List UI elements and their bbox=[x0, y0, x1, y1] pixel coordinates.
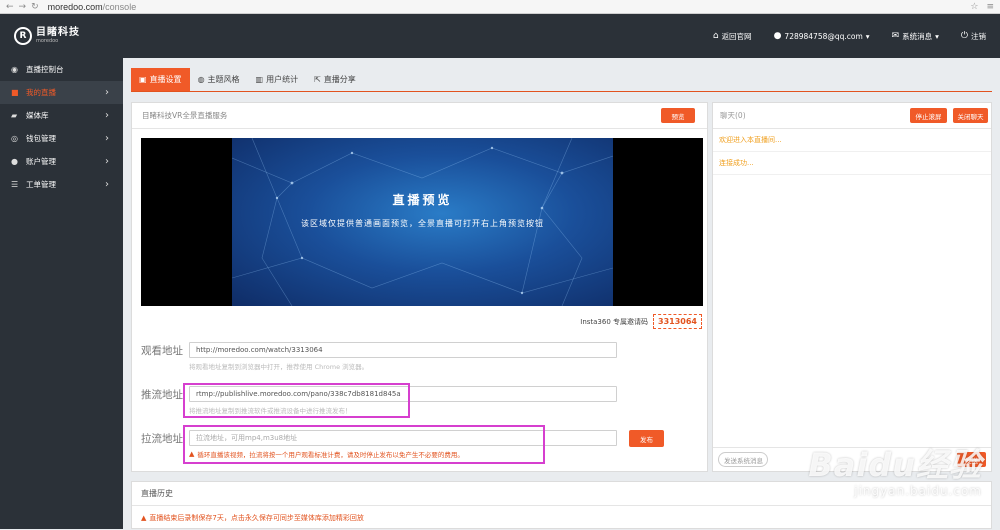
chevron-right-icon: › bbox=[105, 179, 109, 190]
tab-theme[interactable]: ◍ 主题风格 bbox=[190, 68, 248, 91]
back-home-label: 返回官网 bbox=[721, 31, 752, 41]
chat-panel: 聊天(0) 停止滚屏 关闭聊天 欢迎进入本直播间... 连接成功... 发送系统… bbox=[712, 102, 992, 472]
highlight-box-push bbox=[183, 383, 410, 418]
user-icon: ● bbox=[11, 157, 18, 166]
share-icon: ⇱ bbox=[314, 75, 321, 84]
highlight-box-pull bbox=[183, 425, 545, 464]
chat-bubble-icon: ✉ bbox=[891, 31, 900, 41]
watch-url-label: 观看地址 bbox=[141, 345, 183, 357]
dashboard-icon: ◉ bbox=[11, 65, 18, 74]
list-icon: ☰ bbox=[11, 180, 19, 189]
watermark-url: jingyan.baidu.com bbox=[854, 484, 982, 498]
user-menu[interactable]: ● 728984758@qq.com ▾ bbox=[774, 31, 870, 41]
chart-icon: ▥ bbox=[255, 75, 264, 84]
user-email: 728984758@qq.com bbox=[784, 31, 863, 41]
palette-icon: ◍ bbox=[197, 75, 205, 84]
chat-title: 聊天(0) bbox=[720, 111, 746, 120]
tab-bar: ▣ 直播设置 ◍ 主题风格 ▥ 用户统计 ⇱ 直播分享 bbox=[131, 68, 992, 92]
video-subtitle: 该区域仅提供普通画面预览，全景直播可打开右上角预览按钮 bbox=[301, 219, 544, 228]
sidebar-item-label: 账户管理 bbox=[26, 157, 56, 166]
watermark-logo: Baidu经验 bbox=[808, 446, 982, 484]
logout-link[interactable]: ⏻ 注销 bbox=[961, 31, 986, 42]
wallet-icon: ◎ bbox=[11, 134, 18, 143]
logo-mark-icon: R bbox=[14, 27, 32, 45]
preview-button[interactable]: 预览 bbox=[661, 108, 695, 123]
address-bar[interactable]: moredoo.com/console bbox=[48, 2, 137, 12]
live-settings-panel: 目睹科技VR全景直播服务 预览 直播预览 该区域仅提供普通画面预览，全景直播可打… bbox=[131, 102, 708, 472]
sidebar: ◉ 直播控制台 ■ 我的直播 › ▰ 媒体库 › ◎ 钱包管理 › ● 账户管理… bbox=[0, 58, 123, 529]
pull-url-label: 拉流地址 bbox=[141, 433, 183, 445]
panel-title: 目睹科技VR全景直播服务 bbox=[142, 111, 228, 120]
stop-scroll-button[interactable]: 停止滚屏 bbox=[910, 108, 947, 123]
video-title: 直播预览 bbox=[392, 193, 453, 207]
tab-label: 直播分享 bbox=[323, 75, 356, 84]
tab-label: 直播设置 bbox=[149, 75, 182, 84]
url-path: /console bbox=[102, 1, 137, 12]
system-messages-menu[interactable]: ✉ 系统消息 ▾ bbox=[892, 31, 939, 42]
video-camera-icon: ■ bbox=[11, 88, 19, 97]
media-library-icon: ▰ bbox=[11, 111, 18, 120]
caret-down-icon: ▾ bbox=[935, 31, 939, 41]
history-note-text: 直播结束后录制保存7天，点击永久保存可同步至媒体库添加精彩回放 bbox=[149, 514, 364, 522]
tab-label: 主题风格 bbox=[207, 75, 240, 84]
power-icon: ⏻ bbox=[960, 31, 968, 41]
tab-live-share[interactable]: ⇱ 直播分享 bbox=[306, 68, 364, 91]
home-icon: ⌂ bbox=[712, 31, 719, 41]
chevron-right-icon: › bbox=[105, 110, 109, 121]
history-note: ▲ 直播结束后录制保存7天，点击永久保存可同步至媒体库添加精彩回放 bbox=[132, 506, 991, 530]
system-messages-label: 系统消息 bbox=[902, 31, 933, 41]
publish-button[interactable]: 发布 bbox=[629, 430, 664, 447]
sidebar-item-label: 直播控制台 bbox=[26, 65, 64, 74]
video-preview[interactable]: 直播预览 该区域仅提供普通画面预览，全景直播可打开右上角预览按钮 bbox=[141, 138, 703, 306]
warning-icon: ▲ bbox=[141, 514, 147, 522]
baidu-watermark: Baidu经验 jingyan.baidu.com bbox=[808, 440, 982, 498]
sidebar-item-account[interactable]: ● 账户管理 › bbox=[0, 150, 123, 173]
chevron-right-icon: › bbox=[105, 87, 109, 98]
sidebar-item-label: 钱包管理 bbox=[26, 134, 56, 143]
back-home-link[interactable]: ⌂ 返回官网 bbox=[713, 31, 752, 42]
menu-icon[interactable]: ≡ bbox=[986, 2, 994, 12]
top-navbar: R 目睹科技 moredoo ⌂ 返回官网 ● 728984758@qq.com… bbox=[0, 14, 1000, 58]
preview-banner: 直播预览 该区域仅提供普通画面预览，全景直播可打开右上角预览按钮 bbox=[232, 138, 613, 306]
watch-url-hint: 将观看地址复制到浏览器中打开，推荐使用 Chrome 浏览器。 bbox=[189, 363, 369, 371]
url-host: moredoo.com bbox=[47, 1, 103, 12]
invite-code-row: Insta360 专属邀请码 3313064 bbox=[580, 314, 702, 329]
sidebar-item-label: 媒体库 bbox=[26, 111, 49, 120]
sidebar-item-label: 工单管理 bbox=[26, 180, 56, 189]
tab-live-settings[interactable]: ▣ 直播设置 bbox=[131, 68, 190, 91]
sidebar-item-label: 我的直播 bbox=[26, 88, 56, 97]
invite-code: 3313064 bbox=[653, 314, 702, 329]
sidebar-item-my-live[interactable]: ■ 我的直播 › bbox=[0, 81, 123, 104]
sidebar-item-media-library[interactable]: ▰ 媒体库 › bbox=[0, 104, 123, 127]
watch-url-field[interactable]: http://moredoo.com/watch/3313064 bbox=[189, 342, 617, 358]
user-icon: ● bbox=[773, 31, 782, 41]
tab-label: 用户统计 bbox=[266, 75, 299, 84]
sidebar-item-wallet[interactable]: ◎ 钱包管理 › bbox=[0, 127, 123, 150]
chevron-right-icon: › bbox=[105, 156, 109, 167]
browser-bar: ← → ↻ moredoo.com/console ☆ ≡ bbox=[0, 0, 1000, 14]
forward-arrow-icon[interactable]: → bbox=[19, 2, 27, 12]
logout-label: 注销 bbox=[971, 31, 986, 41]
settings-icon: ▣ bbox=[139, 75, 147, 84]
sidebar-item-tickets[interactable]: ☰ 工单管理 › bbox=[0, 173, 123, 196]
close-chat-button[interactable]: 关闭聊天 bbox=[953, 108, 988, 123]
chat-message: 欢迎进入本直播间... bbox=[713, 129, 991, 152]
logo-subtext: moredoo bbox=[36, 38, 59, 44]
chat-message: 连接成功... bbox=[713, 152, 991, 175]
caret-down-icon: ▾ bbox=[865, 31, 870, 41]
chevron-right-icon: › bbox=[105, 133, 109, 144]
tab-user-stats[interactable]: ▥ 用户统计 bbox=[248, 68, 307, 91]
back-arrow-icon[interactable]: ← bbox=[6, 2, 14, 12]
reload-icon[interactable]: ↻ bbox=[31, 2, 39, 12]
sidebar-item-dashboard[interactable]: ◉ 直播控制台 bbox=[0, 58, 123, 81]
star-icon[interactable]: ☆ bbox=[970, 2, 978, 12]
system-message-input[interactable]: 发送系统消息 bbox=[718, 452, 768, 467]
invite-label: Insta360 专属邀请码 bbox=[580, 317, 649, 326]
push-url-label: 推流地址 bbox=[141, 389, 183, 401]
logo[interactable]: R 目睹科技 moredoo bbox=[14, 27, 80, 45]
logo-text: 目睹科技 bbox=[36, 27, 80, 38]
